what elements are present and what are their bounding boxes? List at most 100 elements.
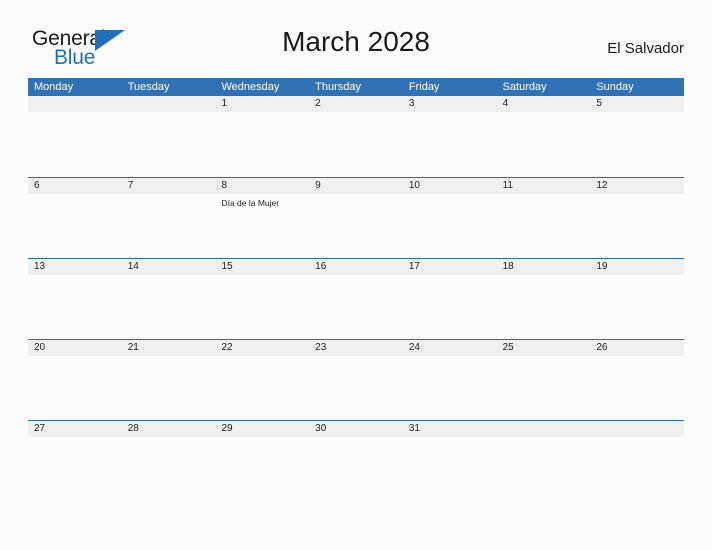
day-events (128, 356, 216, 360)
calendar-day-cell[interactable]: 4 (497, 96, 591, 177)
day-number: 24 (408, 342, 420, 353)
weekday-header-friday: Friday (408, 81, 440, 93)
day-events (409, 194, 497, 198)
calendar-page: General Blue March 2028 El Salvador Mond… (0, 0, 712, 550)
calendar-day-cell[interactable]: 16 (309, 259, 403, 339)
calendar-day-cell[interactable] (28, 96, 122, 177)
day-number: 25 (502, 342, 514, 353)
calendar-day-cell[interactable] (122, 96, 216, 177)
calendar-day-cell[interactable]: 28 (122, 421, 216, 501)
day-events (503, 112, 591, 116)
day-number: 31 (408, 423, 420, 434)
day-events (128, 275, 216, 279)
day-events (409, 437, 497, 441)
day-events (596, 275, 684, 279)
calendar-week-row: 6 7 8 Día de la Mujer 9 10 11 12 (28, 177, 684, 258)
day-events (128, 112, 216, 116)
day-number (34, 96, 122, 112)
page-header: General Blue March 2028 El Salvador (0, 0, 712, 78)
day-events (596, 194, 684, 198)
calendar-day-cell[interactable]: 27 (28, 421, 122, 501)
calendar-day-cell[interactable]: 15 (215, 259, 309, 339)
calendar-day-cell[interactable]: 1 (215, 96, 309, 177)
calendar-day-cell[interactable]: 25 (497, 340, 591, 420)
day-number: 11 (502, 180, 513, 191)
calendar-week-row: 1 2 3 4 5 (28, 96, 684, 177)
calendar-day-cell[interactable]: 21 (122, 340, 216, 420)
calendar-weeks: 1 2 3 4 5 6 7 8 Día de la Mujer 9 10 11 12 13 14 15 16 17… (28, 96, 684, 501)
calendar-day-cell[interactable]: 9 (309, 178, 403, 258)
day-events (221, 356, 309, 360)
week-cells: 27 28 29 30 31 (28, 421, 684, 501)
weekday-header-monday: Monday (34, 81, 74, 93)
calendar-day-cell[interactable]: 31 (403, 421, 497, 501)
day-number: 17 (408, 261, 420, 272)
calendar-day-cell[interactable]: 29 (215, 421, 309, 501)
weekday-header-thursday: Thursday (315, 81, 362, 93)
calendar-day-cell[interactable]: 14 (122, 259, 216, 339)
day-number: 3 (408, 98, 415, 109)
day-number: 16 (315, 261, 327, 272)
day-number: 9 (315, 180, 321, 191)
calendar-day-cell[interactable]: 23 (309, 340, 403, 420)
week-cells: 13 14 15 16 17 18 19 (28, 259, 684, 339)
day-events (221, 275, 309, 279)
day-number: 28 (127, 423, 139, 434)
calendar-day-cell[interactable]: 22 (215, 340, 309, 420)
calendar-day-cell[interactable]: 17 (403, 259, 497, 339)
day-events (315, 194, 403, 198)
day-number: 23 (315, 342, 327, 353)
day-number: 12 (596, 180, 608, 191)
day-number: 6 (34, 180, 40, 191)
day-events (315, 112, 403, 116)
weekday-header-saturday: Saturday (502, 81, 547, 93)
calendar-day-cell[interactable] (590, 421, 684, 501)
day-number: 15 (221, 261, 233, 272)
calendar-day-cell[interactable]: 10 (403, 178, 497, 258)
calendar-day-cell[interactable]: 30 (309, 421, 403, 501)
day-number: 29 (221, 423, 233, 434)
calendar-day-cell[interactable]: 26 (590, 340, 684, 420)
calendar-day-cell[interactable]: 20 (28, 340, 122, 420)
day-number: 4 (502, 98, 509, 109)
calendar-day-cell[interactable]: 6 (28, 178, 122, 258)
calendar-grid: Monday Tuesday Wednesday Thursday Friday… (28, 78, 684, 501)
day-number: 8 (221, 180, 227, 191)
weekday-header-sunday: Sunday (596, 81, 634, 93)
weekday-header-tuesday: Tuesday (127, 81, 170, 93)
calendar-day-cell[interactable]: 19 (590, 259, 684, 339)
day-events (596, 356, 684, 360)
day-number: 26 (596, 342, 608, 353)
day-events (34, 275, 122, 279)
day-number: 27 (34, 423, 46, 434)
day-events (503, 437, 591, 441)
day-events (409, 275, 497, 279)
day-number: 20 (34, 342, 46, 353)
calendar-day-cell[interactable]: 7 (122, 178, 216, 258)
day-events (221, 437, 309, 441)
calendar-day-cell[interactable] (497, 421, 591, 501)
week-cells: 20 21 22 23 24 25 26 (28, 340, 684, 420)
calendar-day-cell[interactable]: 11 (497, 178, 591, 258)
day-number: 13 (34, 261, 46, 272)
page-title: March 2028 (282, 26, 430, 57)
day-number: 10 (408, 180, 420, 191)
day-events (596, 437, 684, 441)
calendar-day-cell[interactable]: 12 (590, 178, 684, 258)
day-events (503, 194, 591, 198)
day-events (315, 275, 403, 279)
day-number: 2 (315, 98, 321, 109)
calendar-day-cell[interactable]: 3 (403, 96, 497, 177)
calendar-day-cell[interactable]: 13 (28, 259, 122, 339)
weekday-header-wednesday: Wednesday (221, 81, 280, 93)
day-number (596, 421, 684, 437)
calendar-day-cell[interactable]: 2 (309, 96, 403, 177)
calendar-day-cell[interactable]: 5 (590, 96, 684, 177)
day-number: 5 (596, 98, 602, 109)
day-events (315, 437, 403, 441)
day-number: 19 (596, 261, 608, 272)
calendar-day-cell[interactable]: 18 (497, 259, 591, 339)
calendar-day-cell[interactable]: 24 (403, 340, 497, 420)
calendar-day-cell[interactable]: 8 Día de la Mujer (215, 178, 309, 258)
day-events (315, 356, 403, 360)
